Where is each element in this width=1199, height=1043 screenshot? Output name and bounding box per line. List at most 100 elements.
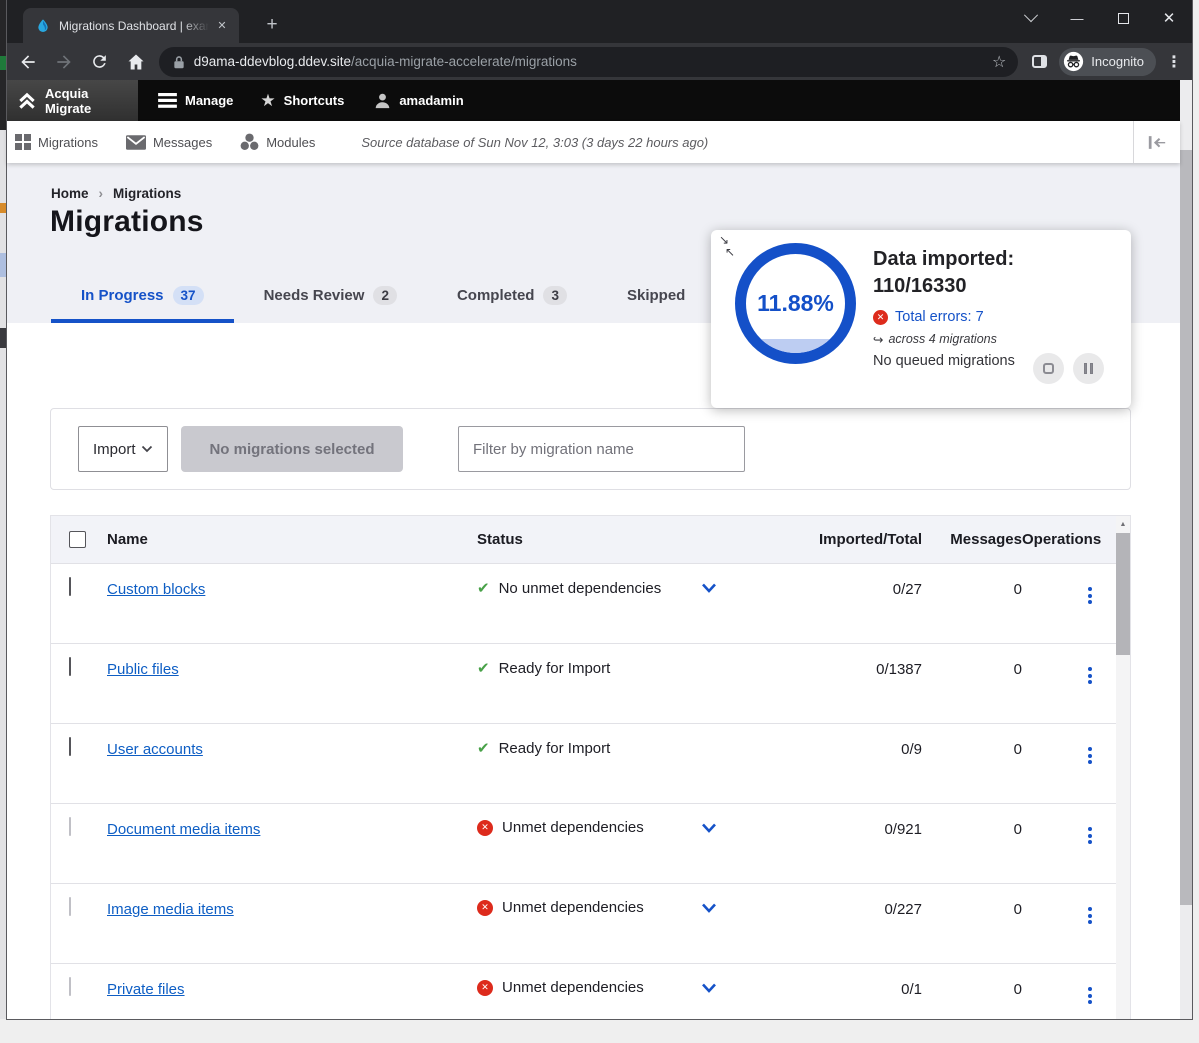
data-imported-count: 110/16330 xyxy=(873,273,1121,300)
tab-completed[interactable]: Completed 3 xyxy=(427,271,597,323)
user-menu-item[interactable]: amadamin xyxy=(374,92,463,109)
status-expand-chevron[interactable] xyxy=(701,823,717,833)
status-check-icon: ✔ xyxy=(477,659,490,677)
pause-import-button[interactable] xyxy=(1073,353,1104,384)
browser-address-bar: d9ama-ddevblog.ddev.site/acquia-migrate-… xyxy=(7,43,1192,80)
status-expand-chevron[interactable] xyxy=(701,583,717,593)
browser-menu-icon[interactable]: ⋮ xyxy=(1166,52,1182,72)
status-text: Ready for Import xyxy=(499,740,611,757)
tray-item-messages[interactable]: Messages xyxy=(126,135,212,150)
new-tab-button[interactable]: + xyxy=(259,12,285,38)
page-scrollbar-thumb[interactable] xyxy=(1180,150,1192,905)
imported-total-value: 0/27 xyxy=(757,564,922,598)
status-check-icon: ✔ xyxy=(477,739,490,757)
window-close-button[interactable]: ✕ xyxy=(1146,0,1192,36)
messages-count: 0 xyxy=(922,884,1022,918)
status-error-icon: ✕ xyxy=(477,900,493,916)
imported-total-value: 0/1387 xyxy=(757,644,922,678)
progress-ring-fill xyxy=(746,339,845,353)
window-minimize-button[interactable]: — xyxy=(1054,0,1100,36)
tab-close-icon[interactable]: ✕ xyxy=(213,17,231,35)
import-progress-overlay: ↘ ↖ 11.88% Data imported: 110/16330 ✕ To… xyxy=(711,230,1131,408)
row-operations-menu-icon[interactable] xyxy=(1088,987,1092,1004)
status-error-icon: ✕ xyxy=(477,820,493,836)
acquia-migrate-brand[interactable]: Acquia Migrate xyxy=(7,80,138,121)
row-operations-menu-icon[interactable] xyxy=(1088,747,1092,764)
tab-needs-review[interactable]: Needs Review 2 xyxy=(234,271,427,323)
browser-tab-strip: Migrations Dashboard | example ✕ + — ✕ xyxy=(7,0,1192,43)
scrollbar-thumb[interactable] xyxy=(1116,533,1130,655)
tab-label: Skipped xyxy=(627,287,685,304)
breadcrumb: Home › Migrations xyxy=(51,186,181,201)
total-errors-link[interactable]: Total errors: 7 xyxy=(895,309,984,325)
breadcrumb-home-link[interactable]: Home xyxy=(51,186,89,201)
row-checkbox[interactable] xyxy=(69,737,71,756)
migration-link[interactable]: Custom blocks xyxy=(107,581,205,598)
status-text: No unmet dependencies xyxy=(499,580,662,597)
migration-link[interactable]: Public files xyxy=(107,661,179,678)
status-expand-chevron[interactable] xyxy=(701,903,717,913)
row-operations-menu-icon[interactable] xyxy=(1088,827,1092,844)
across-migrations-note: across 4 migrations xyxy=(888,332,996,347)
migration-link[interactable]: Private files xyxy=(107,981,185,998)
migration-link[interactable]: Document media items xyxy=(107,821,260,838)
row-operations-menu-icon[interactable] xyxy=(1088,587,1092,604)
breadcrumb-current: Migrations xyxy=(113,186,181,201)
manage-menu-item[interactable]: Manage xyxy=(158,93,233,108)
window-maximize-button[interactable] xyxy=(1100,0,1146,36)
status-text: Unmet dependencies xyxy=(502,899,644,916)
status-text: Ready for Import xyxy=(499,660,611,677)
envelope-icon xyxy=(126,135,146,150)
import-label: Import xyxy=(93,441,136,458)
bookmark-star-icon[interactable]: ☆ xyxy=(992,52,1006,72)
tab-skipped[interactable]: Skipped xyxy=(597,271,715,323)
forward-button[interactable] xyxy=(49,47,79,77)
tab-in-progress[interactable]: In Progress 37 xyxy=(51,271,234,323)
imported-total-value: 0/921 xyxy=(757,804,922,838)
filter-migrations-input[interactable] xyxy=(458,426,745,472)
stop-icon xyxy=(1043,363,1054,374)
user-icon xyxy=(374,92,391,109)
migration-link[interactable]: User accounts xyxy=(107,741,203,758)
url-bar[interactable]: d9ama-ddevblog.ddev.site/acquia-migrate-… xyxy=(159,47,1019,77)
toolbar-divider xyxy=(1133,121,1134,163)
window-controls: — ✕ xyxy=(1008,0,1192,36)
background-fragment xyxy=(0,56,7,70)
header-imported-total: Imported/Total xyxy=(757,531,922,548)
table-row: Custom blocks ✔ No unmet dependencies 0/… xyxy=(51,563,1116,643)
tray-item-modules[interactable]: Modules xyxy=(240,133,315,151)
select-all-checkbox[interactable] xyxy=(69,531,86,548)
messages-count: 0 xyxy=(922,644,1022,678)
no-migrations-selected-button: No migrations selected xyxy=(181,426,403,472)
stop-import-button[interactable] xyxy=(1033,353,1064,384)
reload-button[interactable] xyxy=(85,47,115,77)
back-button[interactable] xyxy=(13,47,43,77)
home-button[interactable] xyxy=(121,47,151,77)
window-menu-chevron[interactable] xyxy=(1008,0,1054,36)
shortcuts-menu-item[interactable]: ★ Shortcuts xyxy=(260,92,344,109)
row-operations-menu-icon[interactable] xyxy=(1088,907,1092,924)
shortcuts-label: Shortcuts xyxy=(284,93,345,108)
table-row: User accounts ✔ Ready for Import 0/9 0 xyxy=(51,723,1116,803)
import-dropdown-button[interactable]: Import xyxy=(78,426,168,472)
page-scrollbar[interactable] xyxy=(1180,80,1192,1019)
incognito-spy-icon xyxy=(1063,51,1084,72)
row-checkbox-disabled xyxy=(69,817,71,836)
status-text: Unmet dependencies xyxy=(502,819,644,836)
tray-collapse-button[interactable] xyxy=(1142,128,1172,156)
table-row: Private files ✕ Unmet dependencies 0/1 0 xyxy=(51,963,1116,1043)
overlay-resize-icon[interactable]: ↘ ↖ xyxy=(719,234,735,258)
migration-link[interactable]: Image media items xyxy=(107,901,234,918)
row-operations-menu-icon[interactable] xyxy=(1088,667,1092,684)
table-scrollbar[interactable]: ▲ xyxy=(1116,516,1130,1019)
grid-icon xyxy=(15,134,31,150)
row-checkbox[interactable] xyxy=(69,657,71,676)
tray-item-migrations[interactable]: Migrations xyxy=(15,134,98,150)
scrollbar-up-arrow[interactable]: ▲ xyxy=(1116,516,1130,532)
status-expand-chevron[interactable] xyxy=(701,983,717,993)
username-label: amadamin xyxy=(399,93,463,108)
messages-count: 0 xyxy=(922,564,1022,598)
browser-tab[interactable]: Migrations Dashboard | example ✕ xyxy=(23,8,239,43)
row-checkbox[interactable] xyxy=(69,577,71,596)
side-panel-icon[interactable] xyxy=(1032,55,1047,68)
